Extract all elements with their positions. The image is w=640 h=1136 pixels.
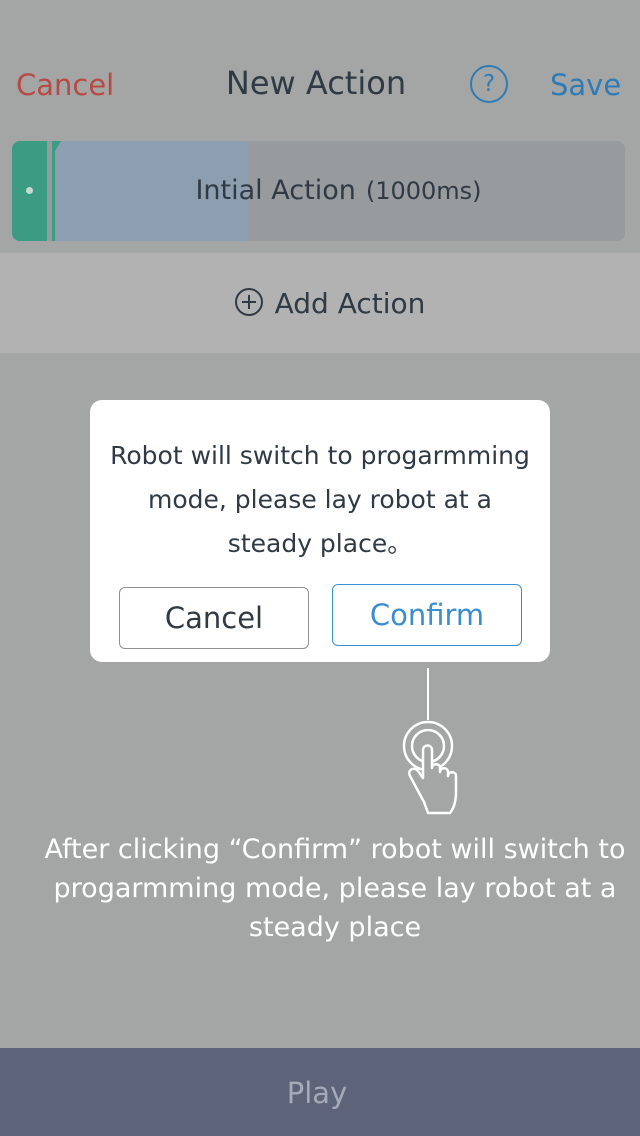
action-duration: (1000ms) [365,177,482,205]
handle-dot-icon [26,187,33,194]
help-icon[interactable]: ? [470,65,508,103]
timeline-cursor-tip-icon [55,141,61,151]
action-drag-handle[interactable] [12,141,47,241]
programming-mode-dialog: Robot will switch to progarmming mode, p… [90,400,550,662]
play-label: Play [286,1076,348,1110]
dialog-message: Robot will switch to progarmming mode, p… [110,441,530,558]
dialog-cancel-button[interactable]: Cancel [119,587,309,649]
dialog-confirm-button[interactable]: Confirm [332,584,522,646]
hint-text: After clicking “Confirm” robot will swit… [44,834,626,943]
hint-pointer-line [427,668,429,720]
plus-circle-icon [234,288,263,316]
tap-hand-icon [402,720,458,815]
action-label: Intial Action (1000ms) [52,175,625,206]
action-bar[interactable]: Intial Action (1000ms) [12,141,625,241]
add-action-content: Add Action [0,287,640,320]
add-action-button[interactable]: Add Action [0,253,640,353]
add-action-label: Add Action [274,287,426,320]
cancel-button[interactable]: Cancel [16,68,114,102]
save-button[interactable]: Save [550,68,621,102]
action-name: Intial Action [195,175,356,206]
play-button[interactable]: Play [0,1048,640,1136]
top-nav-bar: Cancel New Action ? Save [0,0,640,140]
